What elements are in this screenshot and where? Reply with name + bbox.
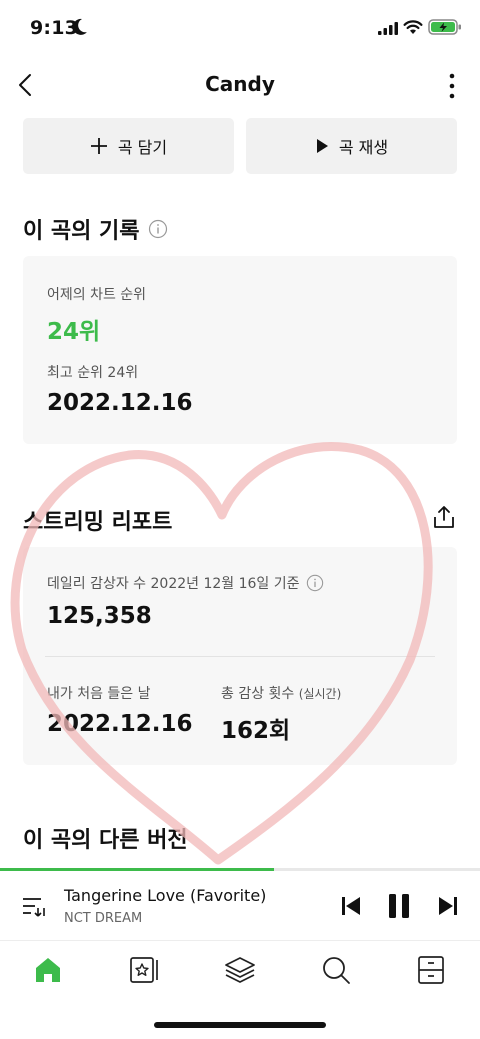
plus-icon <box>90 137 108 155</box>
moon-icon <box>72 18 87 35</box>
status-time: 9:13 <box>30 17 79 39</box>
skip-previous-icon[interactable] <box>340 895 362 917</box>
pause-icon[interactable] <box>386 892 412 920</box>
daily-listeners-value: 125,358 <box>47 603 152 629</box>
nav-bar: Candy <box>0 60 480 110</box>
record-section-heading: 이 곡의 기록 <box>23 219 140 244</box>
info-icon[interactable] <box>306 574 324 592</box>
info-icon[interactable] <box>148 219 168 239</box>
now-playing-artist[interactable]: NCT DREAM <box>64 911 142 926</box>
add-to-playlist-label: 곡 담기 <box>117 138 168 157</box>
report-section-title: 스트리밍 리포트 <box>23 504 172 536</box>
tab-layers[interactable] <box>222 952 258 988</box>
bottom-tab-bar <box>0 942 480 1002</box>
status-bar: 9:13 <box>0 0 480 56</box>
playlist-icon[interactable] <box>22 896 48 918</box>
layers-icon <box>225 957 255 983</box>
tab-search[interactable] <box>318 952 354 988</box>
play-song-button[interactable]: 곡 재생 <box>246 118 457 174</box>
battery-charging-icon <box>428 19 461 35</box>
report-section-heading: 스트리밍 리포트 <box>23 510 173 535</box>
drawer-icon <box>418 956 444 984</box>
total-plays-realtime-label: (실시간) <box>298 687 342 701</box>
tab-home[interactable] <box>30 952 66 988</box>
first-listen-value: 2022.12.16 <box>47 711 193 737</box>
tab-drawer[interactable] <box>413 952 449 988</box>
other-versions-section-title: 이 곡의 다른 버전 <box>23 822 188 854</box>
wifi-icon <box>403 20 423 34</box>
mini-player[interactable]: Tangerine Love (Favorite) NCT DREAM <box>0 871 480 941</box>
music-library-icon <box>130 957 158 983</box>
chart-record-card: 어제의 차트 순위 24위 최고 순위 24위 2022.12.16 <box>23 256 457 444</box>
card-divider <box>45 656 435 657</box>
play-icon <box>315 138 329 154</box>
other-versions-heading: 이 곡의 다른 버전 <box>23 828 188 853</box>
share-icon[interactable] <box>432 505 456 529</box>
page-title: Candy <box>205 72 275 96</box>
best-rank-label: 최고 순위 24위 <box>47 365 139 381</box>
best-rank-date: 2022.12.16 <box>47 390 193 416</box>
record-section-title: 이 곡의 기록 <box>23 213 168 245</box>
play-song-label: 곡 재생 <box>338 138 389 157</box>
streaming-report-card: 데일리 감상자 수 2022년 12월 16일 기준 125,358 내가 처음… <box>23 547 457 765</box>
first-listen-label: 내가 처음 들은 날 <box>47 686 151 702</box>
tab-music-library[interactable] <box>126 952 162 988</box>
now-playing-title[interactable]: Tangerine Love (Favorite) <box>64 886 266 905</box>
daily-listeners-label: 데일리 감상자 수 2022년 12월 16일 기준 <box>47 576 300 592</box>
cellular-signal-icon <box>378 22 398 35</box>
home-indicator <box>154 1022 326 1028</box>
search-icon <box>323 957 350 984</box>
yesterday-rank-value: 24위 <box>47 319 101 345</box>
more-options-icon[interactable] <box>444 72 460 100</box>
home-icon <box>36 958 60 982</box>
total-plays-label: 총 감상 횟수 (실시간) <box>221 683 341 703</box>
daily-listeners-label-row: 데일리 감상자 수 2022년 12월 16일 기준 <box>47 573 324 593</box>
yesterday-rank-label: 어제의 차트 순위 <box>47 287 147 303</box>
total-plays-label-text: 총 감상 횟수 <box>221 686 295 702</box>
total-plays-value: 162회 <box>221 718 291 744</box>
skip-next-icon[interactable] <box>437 895 459 917</box>
add-to-playlist-button[interactable]: 곡 담기 <box>23 118 234 174</box>
